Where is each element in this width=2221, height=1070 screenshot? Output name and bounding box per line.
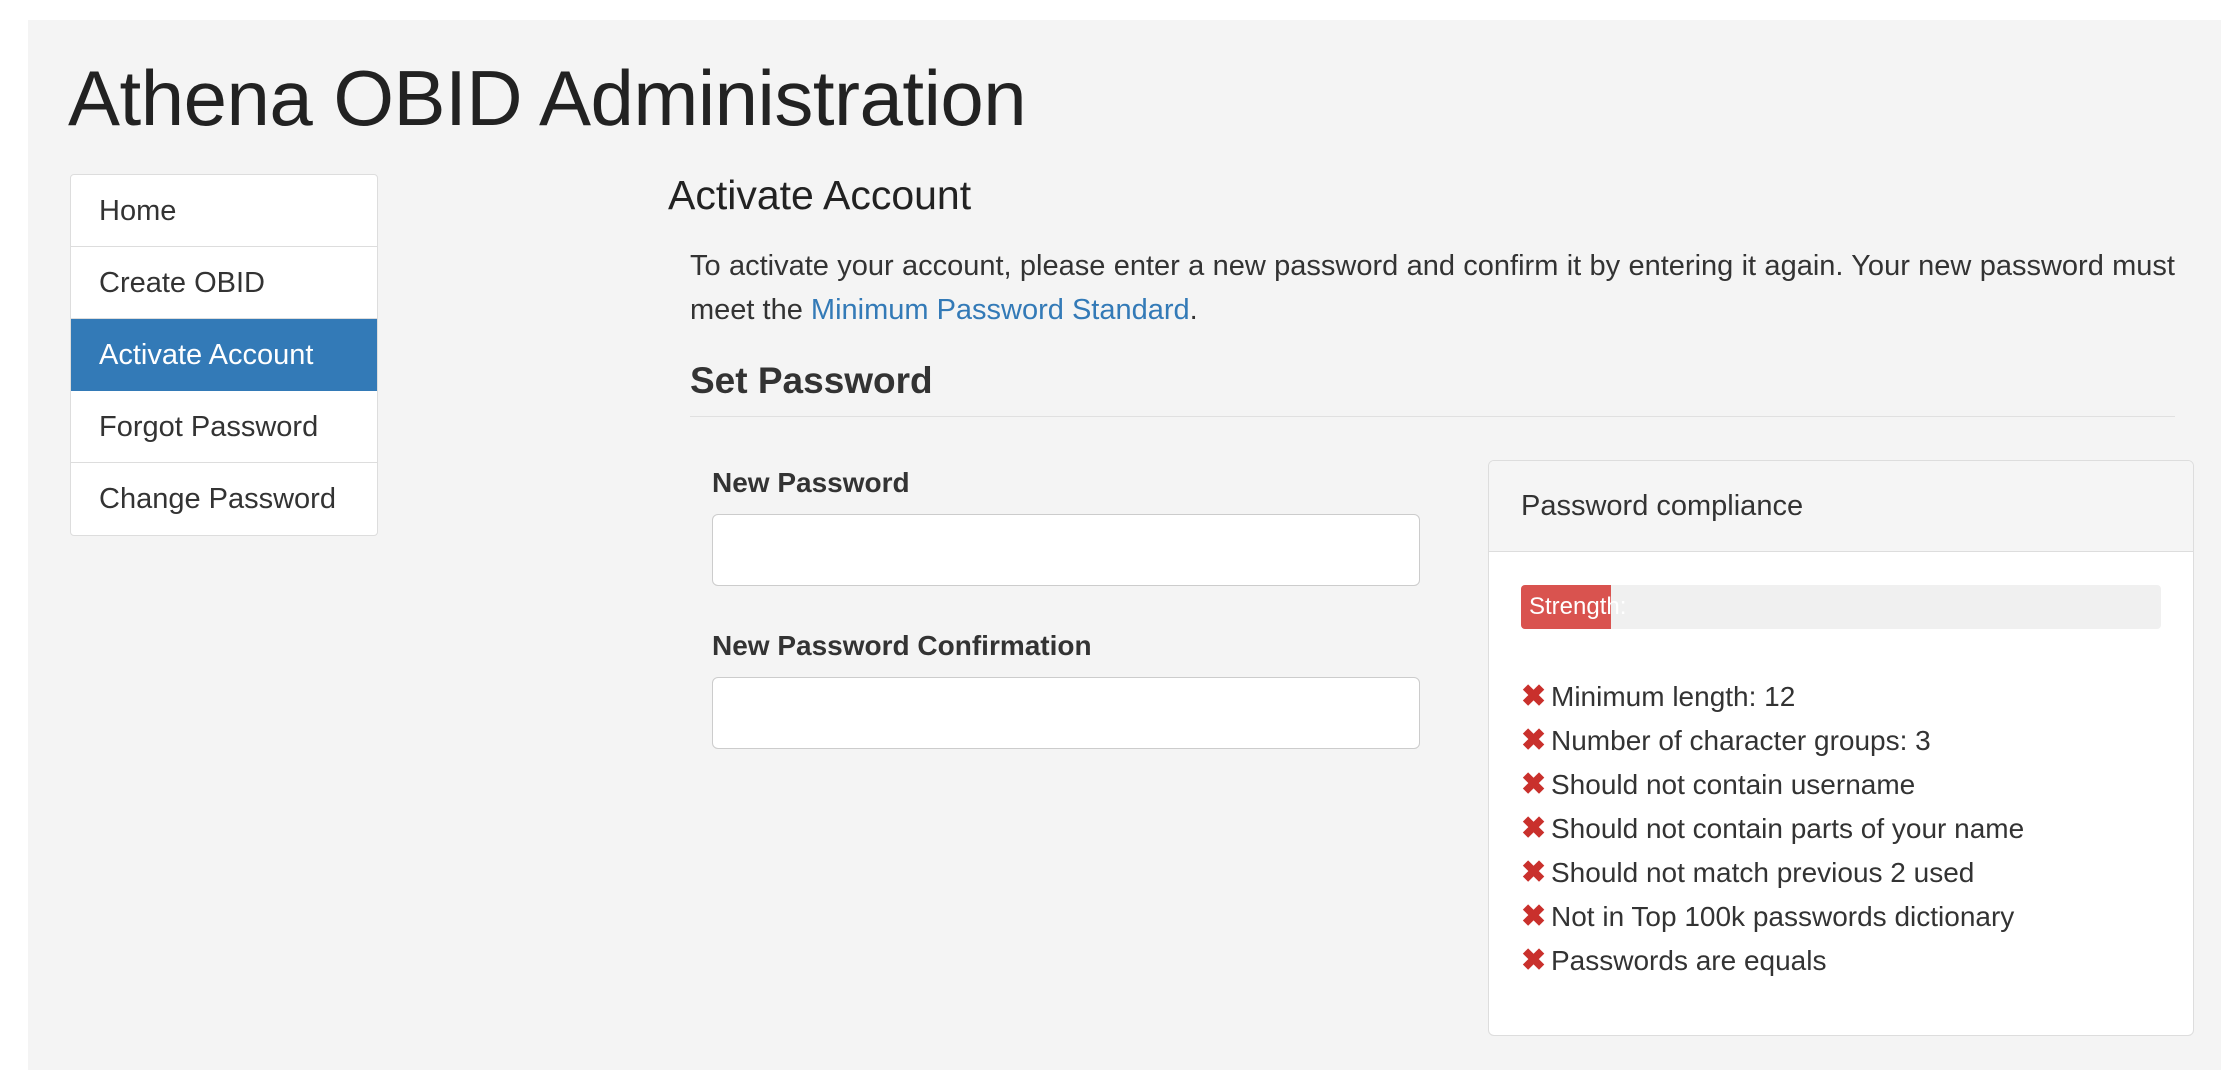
app-title: Athena OBID Administration [68, 54, 1027, 142]
intro-text-end: . [1189, 294, 1198, 326]
sidebar-item-create-obid[interactable]: Create OBID [71, 247, 377, 319]
compliance-rules-list: ✖ Minimum length: 12 ✖ Number of character … [1521, 675, 2024, 983]
compliance-rule-text: Should not contain username [1551, 769, 1916, 800]
compliance-rule: ✖ Passwords are equals [1521, 939, 2024, 983]
intro-text: To activate your account, please enter a… [690, 244, 2175, 332]
new-password-confirmation-input[interactable] [712, 677, 1420, 749]
sidebar-item-activate-account[interactable]: Activate Account [71, 319, 377, 391]
compliance-rule-text: Not in Top 100k passwords dictionary [1551, 901, 2015, 932]
new-password-confirmation-label: New Password Confirmation [712, 630, 1092, 661]
x-mark-icon: ✖ [1521, 680, 1547, 713]
compliance-rule: ✖ Number of character groups: 3 [1521, 719, 2024, 763]
sidebar-item-home[interactable]: Home [71, 175, 377, 247]
compliance-rule: ✖ Should not match previous 2 used [1521, 851, 2024, 895]
compliance-rule-text: Should not contain parts of your name [1551, 813, 2025, 844]
x-mark-icon: ✖ [1521, 724, 1547, 757]
sidebar-item-forgot-password[interactable]: Forgot Password [71, 391, 377, 463]
strength-meter: Strength: [1521, 585, 2161, 629]
x-mark-icon: ✖ [1521, 856, 1547, 889]
compliance-rule-text: Passwords are equals [1551, 945, 1827, 976]
set-password-heading: Set Password [690, 360, 2175, 417]
compliance-rule: ✖ Should not contain username [1521, 763, 2024, 807]
x-mark-icon: ✖ [1521, 768, 1547, 801]
sidebar-nav: Home Create OBID Activate Account Forgot… [70, 174, 378, 536]
compliance-rule: ✖ Minimum length: 12 [1521, 675, 2024, 719]
compliance-rule-text: Number of character groups: 3 [1551, 725, 1931, 756]
x-mark-icon: ✖ [1521, 900, 1547, 933]
password-compliance-panel: Password compliance Strength: ✖ Minimum l… [1488, 460, 2194, 1036]
compliance-rule-text: Should not match previous 2 used [1551, 857, 1975, 888]
strength-bar: Strength: [1521, 585, 1626, 629]
compliance-rule: ✖ Not in Top 100k passwords dictionary [1521, 895, 2024, 939]
password-compliance-heading: Password compliance [1489, 461, 2193, 552]
sidebar-item-change-password[interactable]: Change Password [71, 463, 377, 535]
x-mark-icon: ✖ [1521, 812, 1547, 845]
page-title: Activate Account [668, 172, 972, 218]
x-mark-icon: ✖ [1521, 944, 1547, 977]
new-password-input[interactable] [712, 514, 1420, 586]
compliance-rule-text: Minimum length: 12 [1551, 681, 1796, 712]
compliance-rule: ✖ Should not contain parts of your name [1521, 807, 2024, 851]
new-password-label: New Password [712, 467, 910, 498]
minimum-password-standard-link[interactable]: Minimum Password Standard [811, 294, 1190, 326]
